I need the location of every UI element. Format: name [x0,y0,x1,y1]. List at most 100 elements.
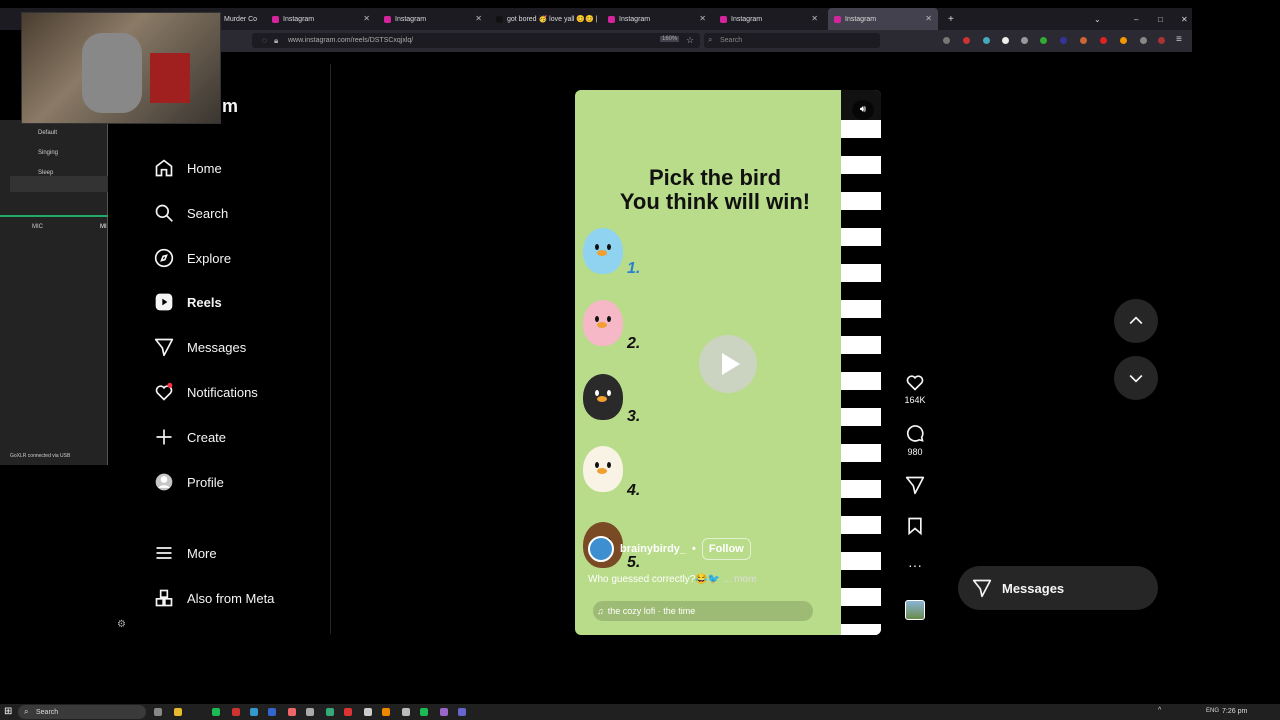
extension-icon[interactable] [1021,37,1028,44]
bird-3 [583,374,623,420]
extension-icon[interactable] [1158,37,1165,44]
extension-icon[interactable] [1060,37,1067,44]
zoom-level[interactable]: 160% [660,36,680,42]
bird-number: 1. [627,260,641,277]
app-icon[interactable] [232,708,240,716]
folder-icon[interactable] [174,708,182,716]
finish-line-stripes [841,120,881,635]
previous-reel-button[interactable] [1114,299,1158,343]
play-button[interactable] [699,335,757,393]
extension-icon[interactable] [1120,37,1127,44]
new-tab-button[interactable]: + [942,8,956,30]
tab-4[interactable]: got bored 🥳 love yall 😊😊 | [490,8,600,30]
app-icon[interactable] [440,708,448,716]
panel-button[interactable] [10,176,70,192]
tab-3[interactable]: Instagram ✕ [378,8,488,30]
app-icon[interactable] [268,708,276,716]
sidebar-item-reels[interactable]: Reels [154,292,222,312]
sidebar-item-explore[interactable]: Explore [154,248,231,268]
bookmark-star-icon[interactable]: ☆ [686,35,694,46]
windows-start-icon[interactable]: ⊞ [4,706,12,717]
close-icon[interactable]: ✕ [925,14,932,23]
sidebar-item-meta[interactable]: Also from Meta [154,588,274,608]
like-button[interactable]: 164K [902,372,928,405]
author-name[interactable]: brainybirdy_ [620,543,686,555]
follow-button[interactable]: Follow [701,538,751,560]
extension-icon[interactable] [983,37,990,44]
panel-item[interactable]: Singing [38,150,58,156]
volume-icon[interactable]: 🔊︎ [852,100,874,120]
instagram-logo[interactable]: m [222,96,238,117]
search-icon: ⌕ [24,707,29,716]
share-button[interactable] [902,475,928,498]
app-icon[interactable] [364,708,372,716]
close-icon[interactable]: ✕ [811,14,818,23]
taskbar-search[interactable]: ⌕ Search [18,705,146,719]
tab-7-active[interactable]: Instagram ✕ [828,8,938,30]
instagram-icon [608,15,615,23]
app-icon[interactable] [382,708,390,716]
heart-icon [155,382,173,401]
window-close-icon[interactable]: ✕ [1175,8,1189,30]
close-icon[interactable]: ✕ [363,14,370,23]
like-count: 164K [904,395,926,405]
tab-6[interactable]: Instagram ✕ [714,8,824,30]
app-icon[interactable] [306,708,314,716]
sidebar-item-profile[interactable]: Profile [154,472,224,492]
messages-button[interactable]: Messages [958,566,1158,610]
clock[interactable]: 7:26 pm [1222,708,1247,715]
reel-caption: Who guessed correctly?😂🐦 ... more [588,574,757,585]
app-icon[interactable] [420,708,428,716]
more-link[interactable]: ... more [723,574,757,585]
extensions-puzzle-icon[interactable] [1140,37,1147,44]
extension-icon[interactable] [1002,37,1009,44]
tab-1[interactable]: Murder Co [218,8,266,30]
sidebar-item-create[interactable]: Create [154,427,226,447]
extension-icon[interactable] [1080,37,1087,44]
close-icon[interactable]: ✕ [475,14,482,23]
app-icon[interactable] [326,708,334,716]
bird-number: 2. [627,335,641,352]
extension-icon[interactable] [1040,37,1047,44]
tray-chevron-icon[interactable]: ^ [1158,707,1161,714]
tab-2[interactable]: Instagram ✕ [266,8,376,30]
chevron-down-icon [1129,374,1143,383]
discord-icon[interactable] [458,708,466,716]
panel-item[interactable]: Default [38,130,57,136]
panel-button[interactable] [70,176,108,192]
close-icon[interactable]: ✕ [699,14,706,23]
app-icon[interactable] [250,708,258,716]
extension-icon[interactable] [943,37,950,44]
search-input[interactable]: ⌕ Search [704,33,880,48]
url-bar[interactable]: ◌ 🔒︎ www.instagram.com/reels/DSTSCxqjxlq… [252,33,700,48]
menu-icon[interactable]: ≡ [1176,34,1182,45]
save-button[interactable] [902,516,928,539]
music-label[interactable]: ♫ the cozy lofi · the time [593,601,813,621]
sidebar-item-messages[interactable]: Messages [154,337,246,357]
app-icon[interactable] [402,708,410,716]
more-options-icon[interactable]: ··· [902,557,928,573]
extension-icon[interactable] [963,37,970,44]
maximize-icon[interactable]: □ [1152,8,1166,30]
sidebar-item-more[interactable]: More [154,543,217,563]
avatar[interactable] [588,536,614,562]
mi-tab[interactable]: MI [100,224,107,230]
tab-list-icon[interactable]: ⌄ [1088,8,1102,30]
instagram-icon [720,15,727,23]
settings-gear-icon[interactable]: ⚙ [117,619,126,630]
sidebar-item-home[interactable]: Home [154,158,222,178]
mic-tab[interactable]: MIC [32,224,43,230]
tab-5[interactable]: Instagram ✕ [602,8,712,30]
language-indicator[interactable]: ENG [1206,708,1219,714]
extension-icon[interactable] [1100,37,1107,44]
app-icon[interactable] [344,708,352,716]
spotify-icon[interactable] [212,708,220,716]
sidebar-item-notifications[interactable]: Notifications [154,382,258,402]
task-view-icon[interactable] [154,708,162,716]
next-reel-button[interactable] [1114,356,1158,400]
audio-thumbnail[interactable] [905,600,925,620]
minimize-icon[interactable]: – [1128,8,1142,30]
firefox-icon[interactable] [288,708,296,716]
comment-button[interactable]: 980 [902,424,928,457]
sidebar-item-search[interactable]: Search [154,203,228,223]
